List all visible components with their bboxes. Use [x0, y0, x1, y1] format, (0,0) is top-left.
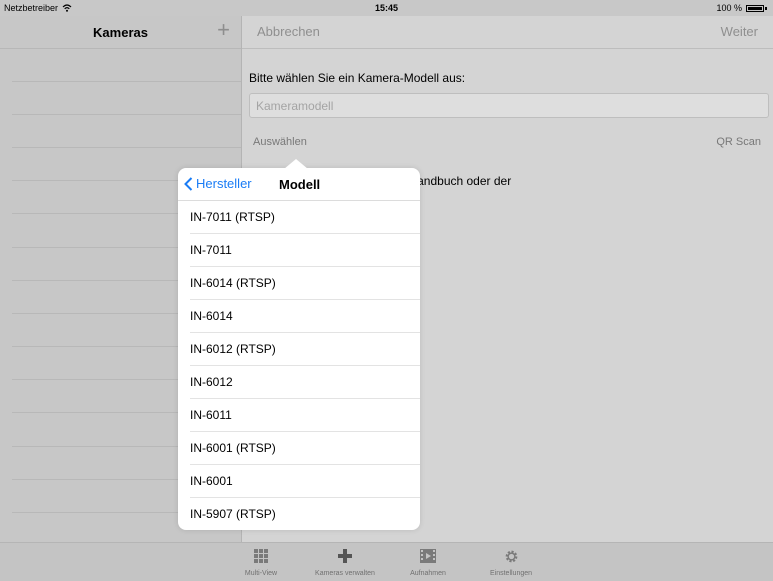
model-item[interactable]: IN-7011 [178, 234, 420, 267]
list-separator [12, 81, 241, 82]
back-to-manufacturer-button[interactable]: Hersteller [184, 176, 252, 191]
model-label: IN-6011 [190, 408, 232, 422]
status-bar: Netzbetreiber 15:45 100 % [0, 0, 773, 16]
model-item[interactable]: IN-5907 (RTSP) [178, 498, 420, 531]
model-label: IN-7011 (RTSP) [190, 210, 275, 224]
model-label: IN-6014 (RTSP) [190, 276, 276, 290]
model-item[interactable]: IN-6011 [178, 399, 420, 432]
tab-manage-cameras[interactable]: Kameras verwalten [310, 547, 380, 577]
next-button[interactable]: Weiter [721, 24, 758, 39]
cameras-nav-bar: Kameras + [0, 16, 241, 49]
model-label: IN-6014 [190, 309, 233, 323]
popover-header: Hersteller Modell [178, 168, 420, 201]
model-item[interactable]: IN-6001 [178, 465, 420, 498]
model-label: IN-7011 [190, 243, 232, 257]
list-separator [12, 114, 241, 115]
plus-icon [338, 549, 352, 563]
select-button[interactable]: Auswählen [253, 136, 307, 148]
model-label: IN-6001 (RTSP) [190, 441, 276, 455]
model-picker-popover: Hersteller Modell IN-7011 (RTSP) IN-7011… [178, 159, 420, 531]
back-label: Hersteller [196, 176, 252, 191]
tab-label: Kameras verwalten [315, 570, 375, 577]
camera-model-input[interactable]: Kameramodell [249, 93, 769, 118]
model-item[interactable]: IN-6014 [178, 300, 420, 333]
cancel-button[interactable]: Abbrechen [257, 24, 320, 39]
film-icon [420, 549, 436, 563]
form-nav-bar: Abbrechen Weiter [242, 16, 773, 49]
tab-recordings[interactable]: Aufnahmen [393, 547, 463, 577]
model-label: IN-6012 (RTSP) [190, 342, 276, 356]
model-item[interactable]: IN-7011 (RTSP) [178, 201, 420, 234]
battery-icon [746, 4, 764, 12]
tab-label: Einstellungen [489, 570, 533, 577]
model-list: IN-7011 (RTSP) IN-7011 IN-6014 (RTSP) IN… [178, 201, 420, 531]
tab-label: Multi-View [244, 570, 278, 577]
tab-bar: Multi-View Kameras verwalten Aufnahmen E… [0, 542, 773, 581]
tab-settings[interactable]: Einstellungen [476, 547, 546, 577]
model-item[interactable]: IN-6012 [178, 366, 420, 399]
model-label: IN-6012 [190, 375, 233, 389]
model-label: IN-6001 [190, 474, 233, 488]
battery-tip [765, 6, 767, 10]
battery-label: 100 % [716, 3, 742, 13]
list-separator [12, 147, 241, 148]
grid-icon [254, 549, 268, 563]
gear-icon [505, 550, 517, 562]
status-time: 15:45 [374, 3, 399, 13]
model-item[interactable]: IN-6012 (RTSP) [178, 333, 420, 366]
chevron-left-icon [184, 176, 193, 191]
tab-label: Aufnahmen [410, 570, 446, 577]
tab-multi-view[interactable]: Multi-View [226, 547, 296, 577]
cameras-title: Kameras [93, 25, 148, 40]
model-prompt: Bitte wählen Sie ein Kamera-Modell aus: [249, 71, 466, 85]
model-label: IN-5907 (RTSP) [190, 507, 276, 521]
popover-title: Modell [279, 177, 321, 192]
model-item[interactable]: IN-6001 (RTSP) [178, 432, 420, 465]
battery-indicator: 100 % [716, 3, 767, 13]
add-camera-button[interactable]: + [217, 19, 230, 41]
qr-scan-button[interactable]: QR Scan [716, 136, 761, 148]
model-item[interactable]: IN-6014 (RTSP) [178, 267, 420, 300]
